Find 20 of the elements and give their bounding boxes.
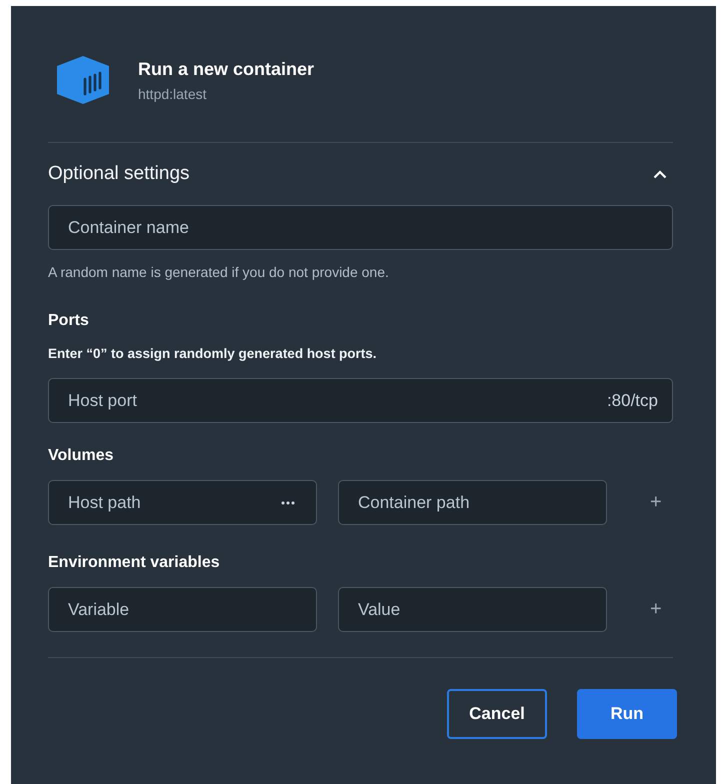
environment-label: Environment variables: [48, 554, 221, 572]
variable-field[interactable]: Variable: [48, 587, 317, 632]
section-title: Optional settings: [48, 163, 190, 185]
container-name-hint: A random name is generated if you do not provide one.: [48, 264, 390, 280]
ports-hint: Enter “0” to assign randomly generated host ports.: [48, 346, 378, 361]
add-variable-button[interactable]: +: [642, 598, 670, 621]
port-suffix: :80/tcp: [606, 391, 658, 411]
host-path-field[interactable]: Host path: [48, 480, 317, 525]
ellipsis-icon[interactable]: [281, 501, 295, 505]
ports-label: Ports: [48, 312, 90, 330]
image-name: httpd:latest: [138, 86, 208, 102]
cancel-button[interactable]: Cancel: [447, 689, 547, 739]
container-name-field[interactable]: Container name: [48, 205, 673, 250]
container-path-field[interactable]: Container path: [338, 480, 607, 525]
add-volume-button[interactable]: +: [642, 491, 670, 514]
volumes-label: Volumes: [48, 447, 114, 465]
value-field[interactable]: Value: [338, 587, 607, 632]
dialog-title: Run a new container: [138, 58, 314, 80]
run-button[interactable]: Run: [577, 689, 677, 739]
container-icon: [55, 55, 111, 105]
